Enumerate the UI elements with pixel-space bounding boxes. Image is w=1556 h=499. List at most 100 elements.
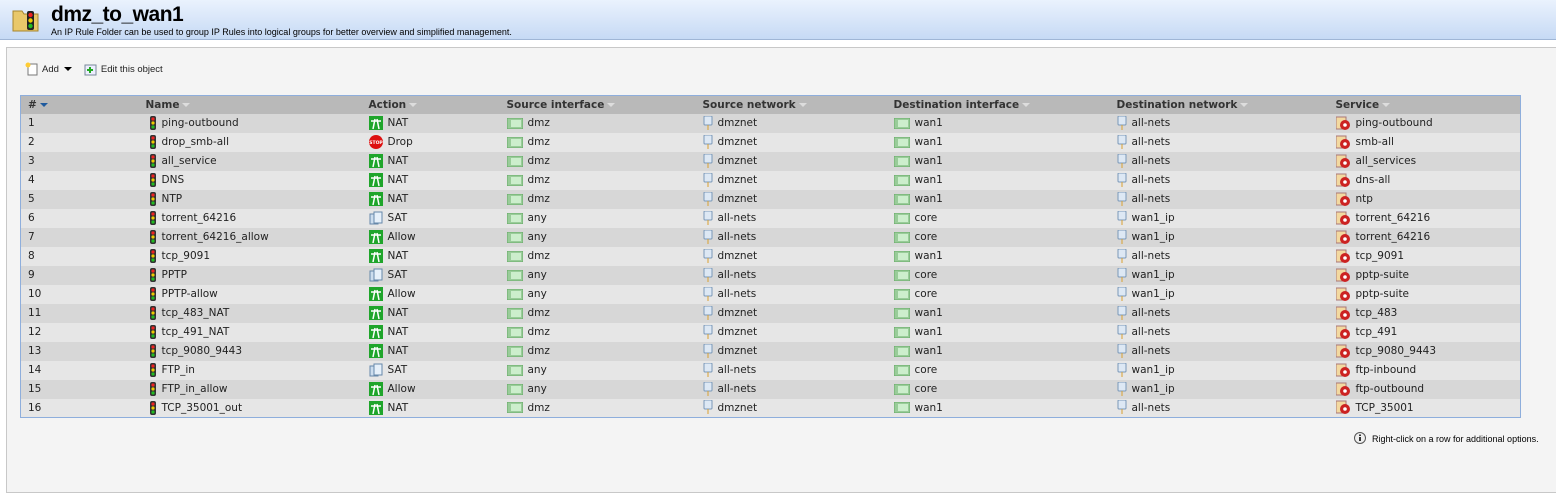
cell-source-network: dmznet — [695, 151, 887, 171]
cell-destination-interface: wan1 — [886, 246, 1110, 266]
new-document-icon — [25, 62, 38, 76]
cell-text: Allow — [387, 383, 416, 395]
cell-destination-network: all-nets — [1109, 303, 1329, 323]
cell-text: 13 — [28, 345, 42, 357]
cell-action: STOP Drop — [361, 132, 500, 152]
column-header-label: Source interface — [506, 98, 605, 111]
cell-source-interface: any — [499, 227, 696, 247]
table-row[interactable]: 4 DNS NAT dmz dmznet wan1 all-nets dns-all — [20, 170, 1521, 190]
table-row[interactable]: 12 tcp_491_NAT NAT dmz dmznet wan1 all-nets tcp… — [20, 322, 1521, 342]
cell-text: dmznet — [717, 136, 758, 148]
table-row[interactable]: 11 tcp_483_NAT NAT dmz dmznet wan1 all-nets tcp… — [20, 303, 1521, 323]
cell-number: 1 — [20, 113, 139, 133]
cell-text: NAT — [387, 250, 409, 262]
cell-source-interface: any — [499, 208, 696, 228]
cell-name: torrent_64216 — [138, 208, 362, 228]
table-row[interactable]: 13 tcp_9080_9443 NAT dmz dmznet wan1 all-nets t… — [20, 341, 1521, 361]
cell-source-network: dmznet — [695, 322, 887, 342]
sort-arrow-icon[interactable] — [607, 102, 616, 107]
cell-source-interface: dmz — [499, 322, 696, 342]
table-row[interactable]: 14 FTP_in SAT any all-nets core wan1_ip ftp-inb… — [20, 360, 1521, 380]
column-header-service[interactable]: Service — [1328, 95, 1521, 114]
network-icon — [703, 153, 712, 168]
column-header-source-network[interactable]: Source network — [695, 95, 887, 114]
cell-name: torrent_64216_allow — [138, 227, 362, 247]
table-row[interactable]: 15 FTP_in_allow Allow any all-nets core wan1_i… — [20, 379, 1521, 399]
nat-icon — [368, 306, 383, 320]
cell-action: SAT — [361, 360, 500, 380]
cell-text: tcp_9091 — [161, 250, 211, 262]
interface-icon — [893, 212, 910, 224]
column-header-label: Name — [145, 98, 180, 111]
cell-name: PPTP — [138, 265, 362, 285]
interface-icon — [506, 383, 523, 395]
sort-arrow-icon[interactable] — [798, 102, 807, 107]
service-icon — [1335, 230, 1350, 244]
cell-text: TCP_35001_out — [161, 401, 243, 414]
column-header-source-interface[interactable]: Source interface — [499, 95, 696, 114]
table-row[interactable]: 7 torrent_64216_allow Allow any all-nets core… — [20, 227, 1521, 247]
edit-object-button[interactable]: Edit this object — [84, 62, 163, 76]
cell-destination-network: wan1_ip — [1109, 360, 1329, 380]
sort-arrow-icon[interactable] — [1382, 102, 1391, 107]
cell-text: NAT — [387, 345, 409, 357]
table-row[interactable]: 1 ping-outbound NAT dmz dmznet wan1 all-nets pi… — [20, 113, 1521, 133]
cell-text: any — [527, 364, 547, 376]
network-icon — [703, 362, 712, 377]
interface-icon — [506, 212, 523, 224]
table-row[interactable]: 3 all_service NAT dmz dmznet wan1 all-nets all_… — [20, 151, 1521, 171]
cell-source-network: dmznet — [695, 246, 887, 266]
sort-arrow-icon[interactable] — [409, 102, 418, 107]
column-header-destination-network[interactable]: Destination network — [1109, 95, 1329, 114]
table-row[interactable]: 8 tcp_9091 NAT dmz dmznet wan1 all-nets tcp_909… — [20, 246, 1521, 266]
cell-text: wan1 — [914, 326, 943, 338]
cell-text: core — [914, 364, 938, 376]
table-row[interactable]: 5 NTP NAT dmz dmznet wan1 all-nets ntp — [20, 189, 1521, 209]
cell-action: NAT — [361, 303, 500, 323]
sort-arrow-icon[interactable] — [1022, 102, 1031, 107]
column-header-action[interactable]: Action — [361, 95, 500, 114]
interface-icon — [506, 288, 523, 300]
sort-arrow-icon[interactable] — [39, 102, 48, 107]
cell-text: 6 — [28, 212, 35, 224]
add-button[interactable]: Add — [25, 62, 72, 76]
network-icon — [1117, 134, 1126, 149]
column-header-name[interactable]: Name — [138, 95, 362, 114]
cell-text: wan1_ip — [1131, 383, 1175, 395]
table-row[interactable]: 6 torrent_64216 SAT any all-nets core wan1_ip t… — [20, 208, 1521, 228]
cell-destination-interface: core — [886, 284, 1110, 304]
table-row[interactable]: 16 TCP_35001_out NAT dmz dmznet wan1 all-nets T… — [20, 398, 1521, 418]
network-icon — [703, 248, 712, 263]
cell-text: all-nets — [717, 231, 757, 243]
traffic-light-icon — [149, 135, 156, 149]
network-icon — [1117, 153, 1126, 168]
sort-arrow-icon[interactable] — [1240, 102, 1249, 107]
table-row[interactable]: 9 PPTP SAT any all-nets core wan1_ip pptp-suite — [20, 265, 1521, 285]
cell-action: SAT — [361, 265, 500, 285]
cell-text: 1 — [28, 117, 35, 129]
column-header-number[interactable]: # — [20, 95, 139, 114]
cell-action: NAT — [361, 151, 500, 171]
cell-text: dmz — [527, 174, 550, 186]
cell-text: all-nets — [717, 269, 757, 281]
cell-destination-network: wan1_ip — [1109, 227, 1329, 247]
cell-text: NAT — [387, 117, 409, 129]
traffic-light-icon — [149, 249, 156, 263]
cell-text: 7 — [28, 231, 35, 243]
cell-text: TCP_35001 — [1355, 401, 1414, 414]
cell-destination-network: all-nets — [1109, 398, 1329, 418]
table-row[interactable]: 10 PPTP-allow Allow any all-nets core wan1_ip p… — [20, 284, 1521, 304]
network-icon — [703, 400, 712, 415]
column-header-label: Destination network — [1116, 98, 1238, 111]
table-row[interactable]: 2 drop_smb-all STOP Drop dmz dmznet wan1 all-ne… — [20, 132, 1521, 152]
cell-action: NAT — [361, 398, 500, 418]
nat-icon — [368, 344, 383, 358]
cell-text: all-nets — [1131, 117, 1171, 129]
column-header-destination-interface[interactable]: Destination interface — [886, 95, 1110, 114]
sort-arrow-icon[interactable] — [182, 102, 191, 107]
cell-source-network: dmznet — [695, 132, 887, 152]
cell-text: tcp_483_NAT — [161, 307, 230, 319]
cell-text: ftp-outbound — [1355, 383, 1425, 395]
network-icon — [703, 267, 712, 282]
cell-source-interface: dmz — [499, 303, 696, 323]
